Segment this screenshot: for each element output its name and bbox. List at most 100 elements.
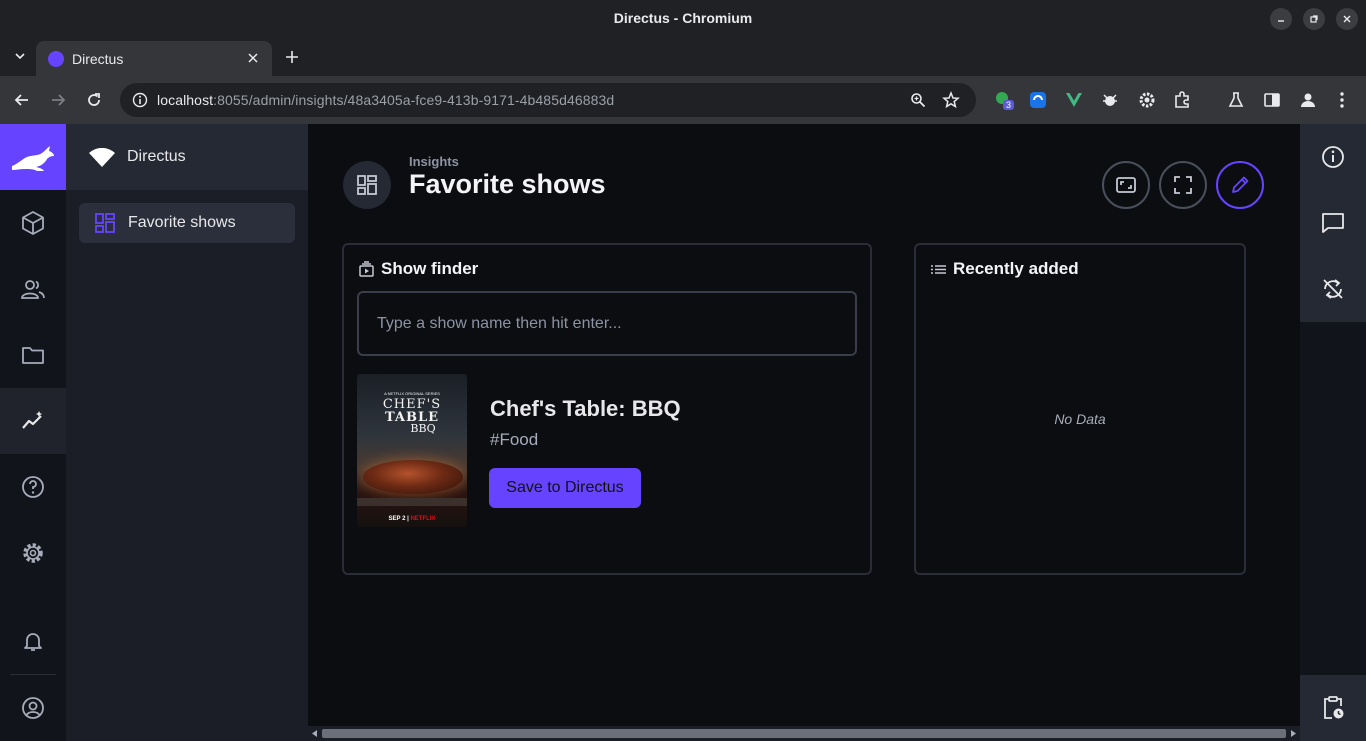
back-button[interactable] xyxy=(12,90,32,110)
bookmark-star-icon[interactable] xyxy=(942,91,960,109)
files-module-button[interactable] xyxy=(0,322,66,388)
close-tab-icon[interactable] xyxy=(244,49,262,67)
users-module-button[interactable] xyxy=(0,256,66,322)
panel-title: Show finder xyxy=(381,259,479,278)
breadcrumb[interactable]: Insights xyxy=(409,154,459,169)
edit-button[interactable] xyxy=(1216,161,1264,209)
profile-button[interactable] xyxy=(1298,90,1318,110)
folder-icon xyxy=(22,347,44,364)
restore-icon xyxy=(1310,15,1318,23)
project-header[interactable]: Directus xyxy=(66,124,308,190)
zoom-icon[interactable] xyxy=(910,92,926,108)
spider-icon xyxy=(1103,94,1117,106)
poster-line-3: BBQ xyxy=(410,422,436,435)
plus-icon xyxy=(286,51,298,63)
comment-icon xyxy=(1322,213,1344,233)
recently-added-panel: Recently added No Data xyxy=(914,243,1246,575)
extension-2-button[interactable] xyxy=(1028,90,1048,110)
extension-4-button[interactable] xyxy=(1137,90,1157,110)
browser-tab[interactable]: Directus xyxy=(36,41,272,76)
show-search-input[interactable] xyxy=(359,293,855,354)
main-content: Insights Favorite shows Show finder A NE… xyxy=(308,124,1300,726)
info-button[interactable] xyxy=(1300,124,1366,190)
close-window-button[interactable] xyxy=(1336,8,1358,30)
empty-state-text: No Data xyxy=(1054,411,1106,427)
help-module-button[interactable] xyxy=(0,454,66,520)
save-to-directus-button[interactable]: Save to Directus xyxy=(489,468,641,508)
side-panel-button[interactable] xyxy=(1262,90,1282,110)
maximize-button[interactable] xyxy=(1303,8,1325,30)
extension-badge-icon: 3 xyxy=(996,92,1014,110)
scroll-right-icon[interactable] xyxy=(1290,730,1296,737)
user-profile-button[interactable] xyxy=(0,675,66,741)
info-icon xyxy=(1322,146,1344,168)
list-icon xyxy=(931,264,946,274)
person-icon xyxy=(1301,93,1315,107)
dashboard-icon xyxy=(357,175,377,195)
zoom-to-fit-button[interactable] xyxy=(1102,161,1150,209)
poster-grill-art xyxy=(357,498,467,506)
show-title: Chef's Table: BBQ xyxy=(490,396,681,421)
scroll-left-icon[interactable] xyxy=(312,730,318,737)
directus-logo[interactable] xyxy=(0,124,66,190)
panel-header: Recently added xyxy=(930,259,1079,279)
arrow-right-icon xyxy=(52,94,66,106)
module-bar xyxy=(0,124,66,741)
tab-search-button[interactable] xyxy=(10,46,30,66)
tab-strip: Directus xyxy=(0,37,1366,76)
chevron-down-icon xyxy=(15,53,25,60)
horizontal-scrollbar[interactable] xyxy=(308,726,1300,741)
gear-extension-icon xyxy=(1139,92,1155,108)
extensions-button[interactable] xyxy=(1172,90,1192,110)
scrollbar-thumb[interactable] xyxy=(322,729,1286,738)
tab-title: Directus xyxy=(72,51,124,67)
show-finder-panel: Show finder A NETFLIX ORIGINAL SERIES CH… xyxy=(342,243,872,575)
navigation-pane: Directus Favorite shows xyxy=(66,124,308,741)
new-tab-button[interactable] xyxy=(282,47,302,67)
header-icon-badge xyxy=(343,161,391,209)
help-icon xyxy=(22,476,44,498)
browser-menu-button[interactable] xyxy=(1332,90,1352,110)
panel-header: Show finder xyxy=(358,259,478,279)
show-search-field[interactable] xyxy=(357,291,857,356)
address-bar[interactable]: localhost:8055/admin/insights/48a3405a-f… xyxy=(120,83,976,117)
poster-brand: NETFLIX xyxy=(410,516,436,522)
extension-3-button[interactable] xyxy=(1100,90,1120,110)
nav-item-favorite-shows[interactable]: Favorite shows xyxy=(79,203,295,243)
minimize-button[interactable] xyxy=(1270,8,1292,30)
directus-app: Directus Favorite shows Insights Favorit… xyxy=(0,124,1366,741)
pencil-icon xyxy=(1232,176,1249,193)
settings-module-button[interactable] xyxy=(0,520,66,586)
auto-refresh-button[interactable] xyxy=(1300,256,1366,322)
vue-icon xyxy=(1066,93,1082,107)
insights-icon xyxy=(22,411,42,429)
browser-toolbar: localhost:8055/admin/insights/48a3405a-f… xyxy=(0,76,1366,124)
labs-button[interactable] xyxy=(1226,90,1246,110)
content-module-button[interactable] xyxy=(0,190,66,256)
reload-button[interactable] xyxy=(84,90,104,110)
site-info-icon[interactable] xyxy=(132,92,148,108)
comments-button[interactable] xyxy=(1300,190,1366,256)
window-title: Directus - Chromium xyxy=(613,10,753,26)
forward-button[interactable] xyxy=(48,90,68,110)
fullscreen-button[interactable] xyxy=(1159,161,1207,209)
sync-extension-icon xyxy=(1030,92,1046,108)
url-text[interactable]: localhost:8055/admin/insights/48a3405a-f… xyxy=(157,92,614,108)
show-genre-tag: #Food xyxy=(490,430,539,449)
vue-devtools-button[interactable] xyxy=(1064,90,1084,110)
close-icon xyxy=(1343,15,1351,23)
reload-icon xyxy=(88,93,100,106)
show-poster-image: A NETFLIX ORIGINAL SERIES CHEF'S TABLE B… xyxy=(357,374,467,527)
side-panel-icon xyxy=(1264,93,1280,107)
insights-module-button[interactable] xyxy=(0,388,66,454)
fit-screen-icon xyxy=(1116,177,1136,193)
video-library-icon xyxy=(359,260,374,277)
activity-button[interactable] xyxy=(1300,675,1366,741)
project-name: Directus xyxy=(127,148,186,165)
settings-gear-icon xyxy=(23,543,43,563)
poster-date: SEP 2 xyxy=(388,516,406,522)
kebab-menu-icon xyxy=(1340,92,1344,108)
notifications-button[interactable] xyxy=(0,608,66,674)
sync-disabled-icon xyxy=(1323,279,1343,299)
extension-1-button[interactable]: 3 xyxy=(994,90,1014,110)
